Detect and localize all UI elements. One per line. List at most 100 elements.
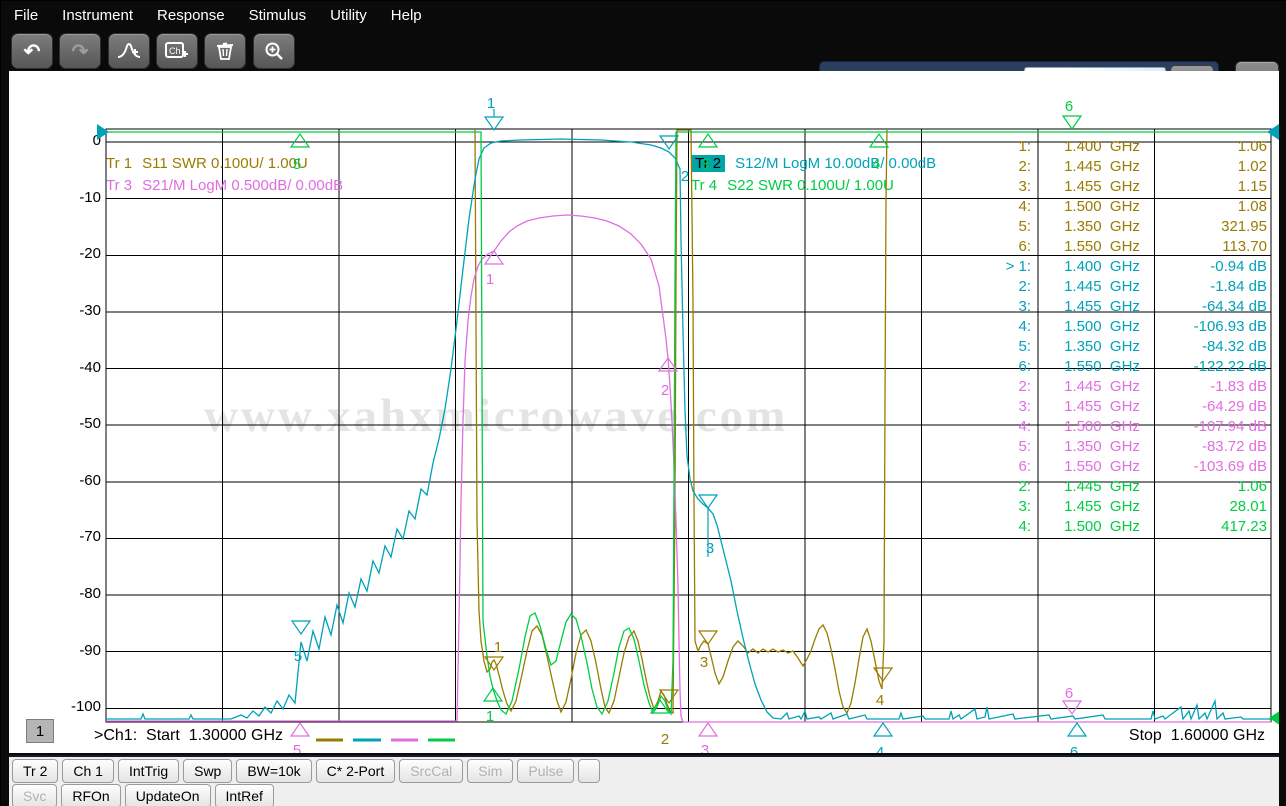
marker-triangle — [485, 251, 503, 264]
marker-table-row: 4:1.500 GHz1.08 — [959, 196, 1273, 216]
y-axis-tick: -60 — [31, 472, 101, 489]
marker-triangle — [874, 668, 892, 681]
trace-format-tr1: S11 SWR 0.100U/ 1.00U — [142, 155, 308, 172]
marker-triangle — [485, 117, 503, 130]
marker-label: 3 — [706, 540, 714, 557]
marker-frequency: 1.445 GHz — [1031, 278, 1173, 295]
trace-label-tr1[interactable]: Tr 1S11 SWR 0.100U/ 1.00U — [106, 155, 308, 172]
menu-item-response[interactable]: Response — [145, 7, 237, 24]
statusbar-button-sim[interactable]: Sim — [467, 759, 513, 783]
marker-triangle — [870, 134, 888, 147]
top-toolbar: ↶↷Ch Marker 1 — [1, 29, 1286, 71]
menu-item-utility[interactable]: Utility — [318, 7, 379, 24]
marker-triangle — [699, 631, 717, 644]
statusbar-button-srccal[interactable]: SrcCal — [399, 759, 463, 783]
marker-label: 4 — [876, 692, 884, 709]
marker-value: 321.95 — [1173, 218, 1273, 235]
marker-frequency: 1.455 GHz — [1031, 398, 1173, 415]
marker-label: 1 — [486, 271, 494, 288]
statusbar-button-swp[interactable]: Swp — [183, 759, 232, 783]
marker-table-row: 3:1.455 GHz-64.29 dB — [959, 396, 1273, 416]
trace-id-tr4: Tr 4 — [691, 177, 717, 194]
marker-table-row: 6:1.550 GHz113.70 — [959, 236, 1273, 256]
statusbar-button-svc[interactable]: Svc — [12, 784, 57, 806]
statusbar-button-updateon[interactable]: UpdateOn — [125, 784, 211, 806]
statusbar-button-ch-1[interactable]: Ch 1 — [62, 759, 114, 783]
marker-table-row: 5:1.350 GHz321.95 — [959, 216, 1273, 236]
marker-number: 2: — [959, 478, 1031, 495]
trace-format-tr2: S12/M LogM 10.00dB/ 0.00dB — [735, 155, 936, 172]
marker-table-row: 6:1.550 GHz-122.22 dB — [959, 356, 1273, 376]
marker-value: -122.22 dB — [1173, 358, 1273, 375]
statusbar-button-bw-10k[interactable]: BW=10k — [236, 759, 311, 783]
marker-number: 3: — [959, 298, 1031, 315]
marker-frequency: 1.350 GHz — [1031, 438, 1173, 455]
marker-label: 1 — [487, 95, 495, 112]
menu-item-stimulus[interactable]: Stimulus — [237, 7, 319, 24]
statusbar-button-c-2-port[interactable]: C* 2-Port — [316, 759, 396, 783]
redo-button: ↷ — [59, 33, 101, 69]
y-axis-tick: -30 — [31, 302, 101, 319]
marker-label: 5 — [293, 742, 301, 753]
trace-id-tr3: Tr 3 — [106, 177, 132, 194]
menu-item-help[interactable]: Help — [379, 7, 434, 24]
marker-value: -106.93 dB — [1173, 318, 1273, 335]
marker-value: -0.94 dB — [1173, 258, 1273, 275]
add-channel-button[interactable]: Ch — [156, 33, 198, 69]
trace-label-tr2[interactable]: Tr 2 S12/M LogM 10.00dB/ 0.00dB — [691, 155, 936, 172]
marker-frequency: 1.455 GHz — [1031, 498, 1173, 515]
marker-table-row: 2:1.445 GHz1.06 — [959, 476, 1273, 496]
marker-triangle — [1063, 116, 1081, 129]
menu-item-instrument[interactable]: Instrument — [50, 7, 145, 24]
marker-frequency: 1.550 GHz — [1031, 358, 1173, 375]
marker-value: -83.72 dB — [1173, 438, 1273, 455]
statusbar-button-intref[interactable]: IntRef — [215, 784, 274, 806]
marker-frequency: 1.400 GHz — [1031, 138, 1173, 155]
y-axis-tick: -10 — [31, 189, 101, 206]
marker-table-row: 5:1.350 GHz-83.72 dB — [959, 436, 1273, 456]
trace-format-tr3: S21/M LogM 0.500dB/ 0.00dB — [142, 177, 343, 194]
marker-table-row: 4:1.500 GHz-107.94 dB — [959, 416, 1273, 436]
marker-label: 1 — [494, 639, 502, 656]
trace-label-tr3[interactable]: Tr 3 S21/M LogM 0.500dB/ 0.00dB — [106, 177, 343, 194]
marker-value: -1.84 dB — [1173, 278, 1273, 295]
undo-icon: ↶ — [24, 39, 41, 64]
marker-frequency: 1.350 GHz — [1031, 338, 1173, 355]
marker-table-row: 2:1.445 GHz-1.83 dB — [959, 376, 1273, 396]
plot-panel[interactable]: www.xahxmicrowave.com Tr 1S11 SWR 0.100U… — [9, 71, 1279, 753]
marker-table-row: 5:1.350 GHz-84.32 dB — [959, 336, 1273, 356]
marker-triangle — [699, 134, 717, 147]
marker-number: 4: — [959, 198, 1031, 215]
vna-application-window: FileInstrumentResponseStimulusUtilityHel… — [0, 0, 1286, 806]
channel-indicator[interactable]: 1 — [26, 719, 54, 743]
statusbar-button-rfon[interactable]: RFOn — [61, 784, 120, 806]
marker-label: 3 — [700, 654, 708, 671]
zoom-button[interactable] — [253, 33, 295, 69]
marker-triangle — [659, 358, 677, 371]
delete-button[interactable] — [204, 33, 246, 69]
add-marker-button[interactable] — [108, 33, 150, 69]
statusbar-button-tr-2[interactable]: Tr 2 — [12, 759, 58, 783]
marker-number: 6: — [959, 238, 1031, 255]
reference-level-arrow — [1269, 710, 1279, 726]
menu-item-file[interactable]: File — [1, 7, 50, 24]
statusbar-button-blank[interactable] — [578, 759, 600, 783]
marker-value: 1.08 — [1173, 198, 1273, 215]
marker-table-row: 3:1.455 GHz28.01 — [959, 496, 1273, 516]
marker-triangle — [291, 134, 309, 147]
undo-button[interactable]: ↶ — [11, 33, 53, 69]
trace-label-tr4[interactable]: Tr 4S22 SWR 0.100U/ 1.00U — [691, 177, 894, 194]
trace-id-tr2-selected: Tr 2 — [691, 155, 725, 172]
marker-frequency: 1.550 GHz — [1031, 238, 1173, 255]
marker-value: 113.70 — [1173, 238, 1273, 255]
marker-label: 2 — [661, 731, 669, 748]
y-axis-tick: -20 — [31, 245, 101, 262]
trash-icon — [215, 41, 235, 61]
marker-triangle — [651, 700, 669, 713]
marker-triangle — [292, 621, 310, 634]
marker-frequency: 1.445 GHz — [1031, 378, 1173, 395]
y-axis-tick: 0 — [31, 132, 101, 149]
statusbar-button-pulse[interactable]: Pulse — [517, 759, 574, 783]
statusbar-button-inttrig[interactable]: IntTrig — [118, 759, 179, 783]
sweep-start-label: >Ch1: Start 1.30000 GHz — [94, 727, 283, 745]
